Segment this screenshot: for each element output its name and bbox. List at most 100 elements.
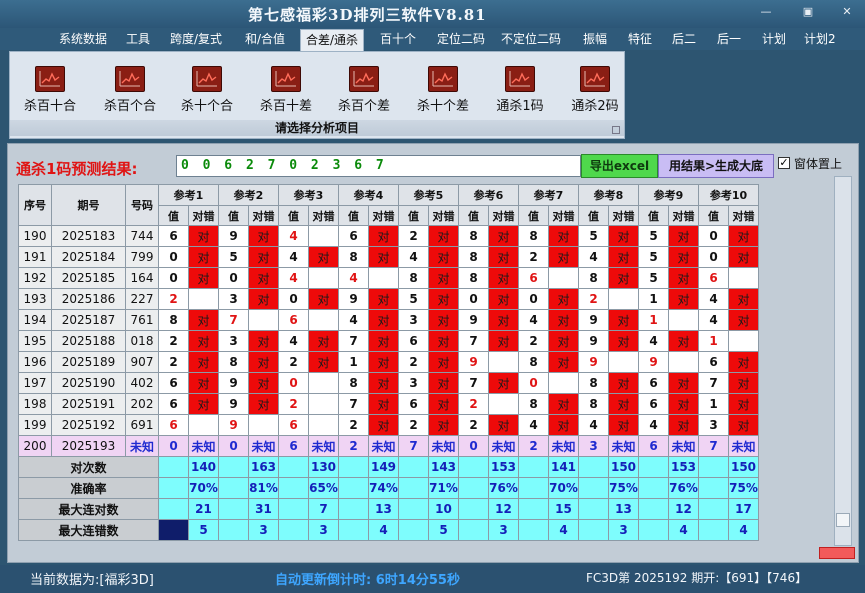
stat-value: 81% (248, 477, 279, 499)
menu-item-1[interactable]: 系统数据 (57, 29, 109, 49)
stat-spacer (278, 477, 309, 499)
progress-indicator (819, 547, 855, 559)
hit-cell: 对 (248, 372, 279, 394)
miss-cell (308, 225, 339, 247)
scrollbar-thumb[interactable] (836, 513, 850, 527)
table-row[interactable]: 199 2025192 691 6 9 6 2 对 2 对 2 对 4 对 4 对 4 对 3 对 (18, 414, 759, 436)
hit-cell: 对 (428, 414, 459, 436)
menu-item-3[interactable]: 跨度/复式 (168, 29, 224, 49)
ref-value: 9 (578, 351, 609, 373)
pending-result: 未知 (428, 435, 459, 457)
header-value: 值 (338, 205, 369, 226)
ref-value: 8 (518, 225, 549, 247)
restore-button[interactable]: ▣ (794, 2, 822, 22)
header-row-refs: 序号 期号 号码 参考1 参考2 参考3 参考4 参考5 参考6 参考7 参考8 参考9 参考10 (18, 184, 759, 226)
ribbon-button-3[interactable]: 杀十个合 (167, 66, 247, 118)
table-row[interactable]: 191 2025184 799 0 对 5 对 4 对 8 对 4 对 8 对 2 对 4 对 5 对 0 对 (18, 246, 759, 268)
table-row[interactable]: 197 2025190 402 6 对 9 对 0 8 对 3 对 7 对 0 8 对 6 对 7 对 (18, 372, 759, 394)
menu-item-12[interactable]: 后一 (715, 29, 743, 49)
row-number: 193 (18, 288, 52, 310)
menu-item-10[interactable]: 特征 (626, 29, 654, 49)
header-draw: 号码 (125, 184, 159, 226)
table-row[interactable]: 192 2025185 164 0 对 0 对 4 4 8 对 8 对 6 8 对 5 对 6 (18, 267, 759, 289)
ribbon-expand-icon[interactable] (612, 126, 620, 134)
ref-value: 4 (578, 414, 609, 436)
ref-value: 7 (458, 372, 489, 394)
stat-spacer (278, 498, 309, 520)
table-row[interactable]: 193 2025186 227 2 3 对 0 对 9 对 5 对 0 对 0 对 2 1 对 4 对 (18, 288, 759, 310)
menu-item-6[interactable]: 百十个 (378, 29, 418, 49)
table-row[interactable]: 190 2025183 744 6 对 9 对 4 6 对 2 对 8 对 8 对 5 对 5 对 0 对 (18, 225, 759, 247)
draw-number: 744 (125, 225, 159, 247)
header-result: 对错 (368, 205, 399, 226)
stat-spacer (518, 477, 549, 499)
table-row[interactable]: 196 2025189 907 2 对 8 对 2 对 1 对 2 对 9 8 对 9 9 6 对 (18, 351, 759, 373)
ref-value: 3 (698, 414, 729, 436)
hit-cell: 对 (308, 351, 339, 373)
stat-value: 149 (368, 456, 399, 478)
table-row[interactable]: 194 2025187 761 8 对 7 6 4 对 3 对 9 对 4 对 9 对 1 4 对 (18, 309, 759, 331)
ref-value: 7 (698, 372, 729, 394)
header-value: 值 (578, 205, 609, 226)
ref-value: 6 (158, 414, 189, 436)
pending-row[interactable]: 200 2025193 未知 0 未知 0 未知 6 未知 2 未知 7 未知 0 未知 2 未知 3 未知 6 未知 7… (18, 435, 759, 457)
close-button[interactable]: ✕ (833, 2, 861, 22)
pending-result: 未知 (488, 435, 519, 457)
menu-item-7[interactable]: 定位二码 (435, 29, 487, 49)
ref-value: 6 (518, 267, 549, 289)
ribbon-button-2[interactable]: 杀百个合 (90, 66, 170, 118)
ref-value: 2 (158, 330, 189, 352)
hit-cell: 对 (608, 330, 639, 352)
ref-value: 4 (698, 309, 729, 331)
ref-value: 6 (338, 225, 369, 247)
menu-item-5[interactable]: 合差/通杀 (300, 29, 365, 51)
issue-number: 2025188 (51, 330, 126, 352)
vertical-scrollbar[interactable] (834, 176, 852, 546)
prediction-panel: 通杀1码预测结果: 0 0 6 2 7 0 2 3 6 7 导出excel 用结… (7, 143, 859, 563)
ribbon-button-7[interactable]: 通杀1码 (480, 66, 560, 118)
hit-cell: 对 (608, 246, 639, 268)
minimize-button[interactable]: — (752, 2, 780, 22)
stat-spacer (458, 456, 489, 478)
ribbon-button-6[interactable]: 杀十个差 (403, 66, 483, 118)
pending-result: 未知 (248, 435, 279, 457)
stat-spacer (398, 456, 429, 478)
ref-value: 1 (638, 288, 669, 310)
ribbon-button-8[interactable]: 通杀2码 (555, 66, 635, 118)
window-ontop-checkbox[interactable]: ✓ (778, 157, 790, 169)
ref-value: 2 (458, 393, 489, 415)
stat-value: 15 (548, 498, 579, 520)
ribbon-button-4[interactable]: 杀百十差 (246, 66, 326, 118)
menu-item-4[interactable]: 和/合值 (243, 29, 287, 49)
menu-item-14[interactable]: 计划2 (802, 29, 838, 49)
ribbon-button-5[interactable]: 杀百个差 (324, 66, 404, 118)
menu-item-2[interactable]: 工具 (124, 29, 152, 49)
table-row[interactable]: 198 2025191 202 6 对 9 对 2 7 对 6 对 2 8 对 8 对 6 对 1 对 (18, 393, 759, 415)
issue-number: 2025190 (51, 372, 126, 394)
issue-number: 2025192 (51, 414, 126, 436)
ref-value: 6 (698, 351, 729, 373)
menu-item-8[interactable]: 不定位二码 (499, 29, 563, 49)
latest-draw-info: FC3D第 2025192 期开:【691】【746】 (586, 571, 808, 585)
miss-cell (308, 414, 339, 436)
menu-item-13[interactable]: 计划 (760, 29, 788, 49)
stat-value: 141 (548, 456, 579, 478)
menu-item-11[interactable]: 后二 (670, 29, 698, 49)
hit-cell: 对 (368, 372, 399, 394)
stat-spacer (338, 456, 369, 478)
menu-item-9[interactable]: 振幅 (581, 29, 609, 49)
stat-value: 21 (188, 498, 219, 520)
hit-cell: 对 (248, 288, 279, 310)
export-excel-button[interactable]: 导出excel (581, 154, 658, 178)
hit-cell: 对 (428, 351, 459, 373)
hit-cell: 对 (728, 351, 759, 373)
generate-base-button[interactable]: 用结果>生成大底 (658, 154, 774, 178)
hit-cell: 对 (488, 330, 519, 352)
table-row[interactable]: 195 2025188 018 2 对 3 对 4 对 7 对 6 对 7 对 2 对 9 对 4 对 1 (18, 330, 759, 352)
ribbon-button-1[interactable]: 杀百十合 (10, 66, 90, 118)
stat-spacer (338, 519, 369, 541)
prediction-result-field[interactable]: 0 0 6 2 7 0 2 3 6 7 (176, 155, 581, 177)
stat-spacer (278, 456, 309, 478)
chart-icon (192, 66, 222, 92)
header-result: 对错 (608, 205, 639, 226)
